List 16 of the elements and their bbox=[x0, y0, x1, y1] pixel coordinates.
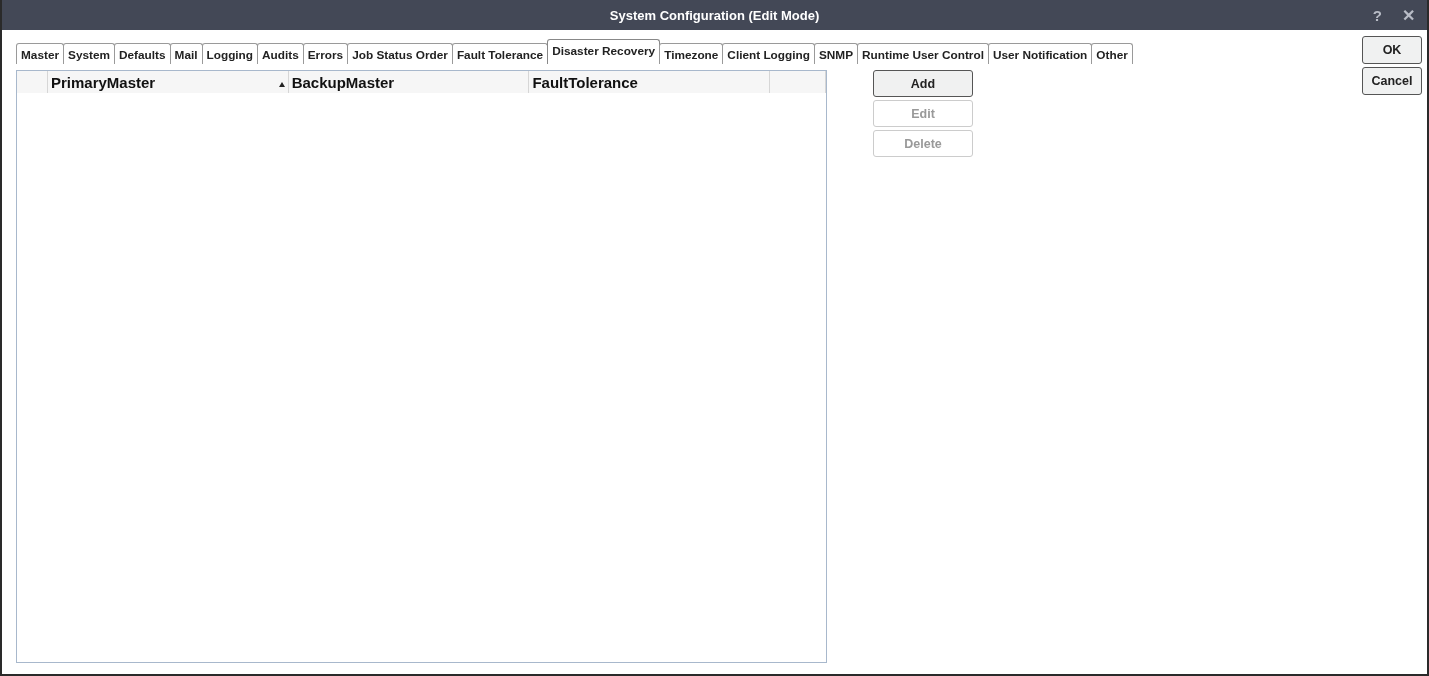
help-button[interactable]: ? bbox=[1368, 6, 1386, 24]
tab[interactable]: Disaster Recovery bbox=[547, 39, 661, 64]
tab[interactable]: Master bbox=[16, 43, 65, 64]
tab[interactable]: Timezone bbox=[659, 43, 724, 64]
tab[interactable]: System bbox=[63, 43, 115, 64]
column-header[interactable]: FaultTolerance bbox=[529, 71, 771, 93]
window-title: System Configuration (Edit Mode) bbox=[609, 7, 820, 23]
dialog-button[interactable]: OK bbox=[1362, 36, 1422, 64]
close-button[interactable]: ✕ bbox=[1398, 5, 1419, 25]
column-header[interactable]: PrimaryMaster bbox=[47, 71, 289, 93]
tab[interactable]: Logging bbox=[201, 43, 259, 64]
tab[interactable]: Other bbox=[1091, 43, 1133, 64]
action-button[interactable]: Add bbox=[873, 70, 973, 97]
dialog-button[interactable]: Cancel bbox=[1362, 67, 1422, 95]
tab[interactable]: Client Logging bbox=[722, 43, 815, 64]
column-header[interactable]: BackupMaster bbox=[288, 71, 530, 93]
